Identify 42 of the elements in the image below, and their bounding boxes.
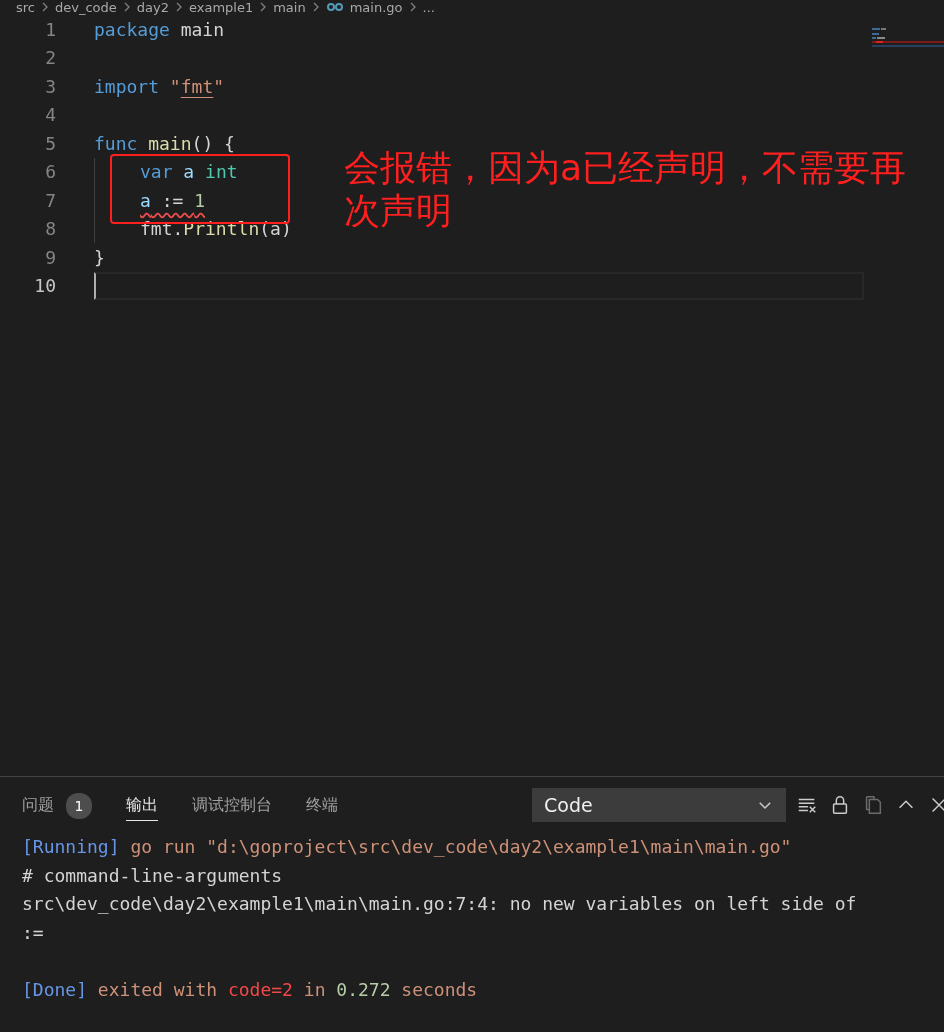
line-number: 7 [44, 189, 56, 211]
go-file-icon [325, 2, 344, 12]
output-channel-select[interactable]: Code [532, 788, 786, 822]
output-line: # command-line-arguments [22, 863, 283, 888]
output-line: [Done] exited with code=2 in 0.272 seconds [22, 977, 478, 1002]
breadcrumb-item[interactable]: example1 [188, 0, 254, 15]
breadcrumb-item[interactable]: dev_code [55, 0, 117, 15]
panel-tab[interactable]: 问题 1 [22, 786, 92, 824]
line-number: 9 [44, 246, 56, 268]
chevron-right-icon [311, 2, 320, 12]
chevron-right-icon [122, 2, 131, 12]
annotation-text: 会报错，因为a已经声明，不需要再次声明 [344, 146, 908, 233]
line-number: 5 [44, 132, 56, 154]
code-line: func main() { [94, 131, 235, 156]
breadcrumb-item[interactable]: day2 [136, 0, 169, 15]
line-number: 8 [44, 218, 56, 240]
line-number: 1 [44, 18, 56, 40]
line-number: 10 [33, 275, 56, 297]
line-number: 4 [44, 104, 56, 126]
breadcrumb-item[interactable]: main [273, 0, 306, 15]
line-number: 2 [44, 47, 56, 69]
output-line: := [22, 920, 44, 945]
chevron-right-icon [174, 2, 183, 12]
breadcrumb-item[interactable]: src [16, 0, 35, 15]
code-line: a := 1 [94, 186, 206, 215]
code-line: package main [94, 17, 225, 42]
breadcrumb-item[interactable]: main.go [349, 0, 403, 15]
output-line: [Running] go run "d:\goproject\src\dev_code\day2\example1\main\main.go" [22, 835, 792, 859]
chevron-right-icon [41, 2, 49, 12]
count-badge: 1 [66, 792, 92, 819]
output-line: src\dev_code\day2\example1\main\main.go:7:4: no new variables on left side of [22, 892, 857, 916]
breadcrumb-item[interactable]: ... [422, 0, 435, 15]
chevron-right-icon [408, 2, 417, 12]
panel-tab[interactable]: 终端 [306, 789, 338, 821]
code-line: var a int [94, 157, 238, 186]
line-number: 3 [44, 75, 56, 97]
code-line: } [94, 245, 105, 270]
code-line: import "fmt" [94, 74, 225, 99]
panel-tab[interactable]: 输出 [126, 789, 158, 821]
panel-tab[interactable]: 调试控制台 [192, 789, 272, 821]
chevron-right-icon [259, 2, 268, 12]
line-number: 6 [44, 161, 56, 183]
